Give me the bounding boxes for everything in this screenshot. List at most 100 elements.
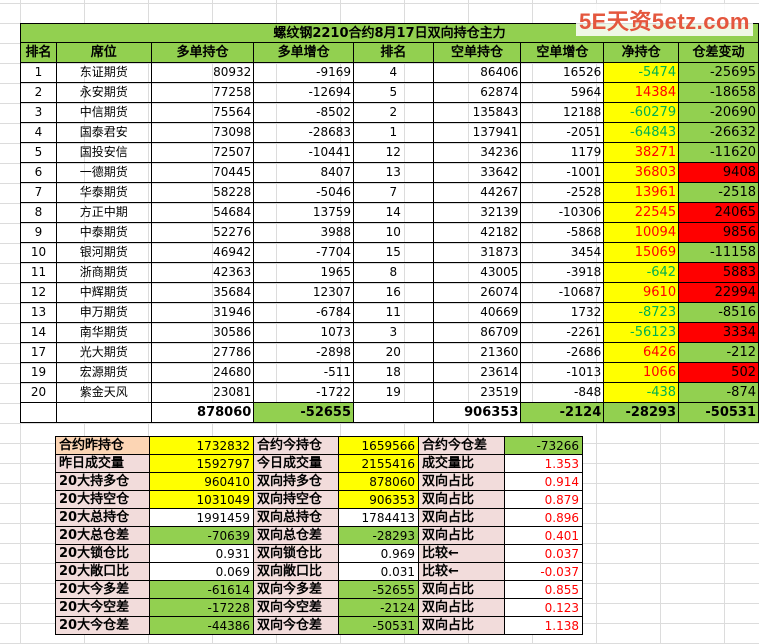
summary-label: 双向敞口比 <box>253 562 339 581</box>
short-change-cell: -848 <box>520 382 605 403</box>
totals-row: 878060 -52655 906353 -2124 -28293 -50531 <box>20 402 759 423</box>
broker-name-cell: 申万期货 <box>55 302 152 323</box>
short-change-cell: -2686 <box>520 342 605 363</box>
summary-value: -61614 <box>149 580 254 599</box>
summary-label: 20大持空仓 <box>55 490 150 509</box>
short-rank-cell: 3 <box>353 322 434 343</box>
column-header: 席位 <box>55 42 152 63</box>
summary-ratio: 0.037 <box>504 544 583 563</box>
table-row: 14 南华期货 30586 1073 3 86709 -2261 -56123 3334 <box>20 322 759 343</box>
summary-label: 今日成交量 <box>253 454 339 473</box>
short-rank-cell: 4 <box>353 62 434 83</box>
short-rank-cell: 13 <box>353 162 434 183</box>
summary-label: 合约今仓差 <box>418 436 505 455</box>
broker-name-cell: 南华期货 <box>55 322 152 343</box>
column-header: 排名 <box>353 42 434 63</box>
long-change-cell: -10441 <box>253 142 354 163</box>
short-rank-cell: 20 <box>353 342 434 363</box>
summary-label: 20大总持仓 <box>55 508 150 527</box>
summary-label: 双向总持仓 <box>253 508 339 527</box>
summary-value: -28293 <box>338 526 419 545</box>
summary-value: 1031049 <box>149 490 254 509</box>
table-row: 1 东证期货 80932 -9169 4 86406 16526 -5474 -25695 <box>20 62 759 83</box>
short-position-cell: 23614 <box>432 362 522 383</box>
long-position-cell: 72507 <box>150 142 255 163</box>
short-rank-cell: 19 <box>353 382 434 403</box>
short-rank-cell: 10 <box>353 222 434 243</box>
long-position-cell: 75564 <box>150 102 255 123</box>
long-rank-cell: 12 <box>20 282 57 303</box>
short-position-cell: 137941 <box>432 122 522 143</box>
short-change-cell: -2261 <box>520 322 605 343</box>
long-position-cell: 42363 <box>150 262 255 283</box>
empty-cell <box>353 402 434 423</box>
long-rank-cell: 2 <box>20 82 57 103</box>
summary-row: 20大总仓差 -70639 双向总仓差 -28293 双向占比 0.401 <box>55 526 583 545</box>
summary-row: 昨日成交量 1592797 今日成交量 2155416 成交量比 1.353 <box>55 454 583 473</box>
table-row: 2 永安期货 77258 -12694 5 62874 5964 14384 -18658 <box>20 82 759 103</box>
long-position-cell: 23081 <box>150 382 255 403</box>
table-row: 10 银河期货 46942 -7704 15 31873 3454 15069 -11158 <box>20 242 759 263</box>
column-header: 排名 <box>20 42 57 63</box>
long-position-cell: 73098 <box>150 122 255 143</box>
long-rank-cell: 8 <box>20 202 57 223</box>
table-row: 17 光大期货 27786 -2898 20 21360 -2686 6426 -212 <box>20 342 759 363</box>
broker-name-cell: 方正中期 <box>55 202 152 223</box>
summary-value: 0.969 <box>338 544 419 563</box>
total-diff-cell: -50531 <box>678 402 759 423</box>
summary-value: 0.069 <box>149 562 254 581</box>
broker-name-cell: 光大期货 <box>55 342 152 363</box>
short-change-cell: -2528 <box>520 182 605 203</box>
short-position-cell: 86709 <box>432 322 522 343</box>
short-change-cell: -2051 <box>520 122 605 143</box>
summary-value: 960410 <box>149 472 254 491</box>
long-rank-cell: 7 <box>20 182 57 203</box>
long-change-cell: -7704 <box>253 242 354 263</box>
table-row: 11 浙商期货 42363 1965 8 43005 -3918 -642 5883 <box>20 262 759 283</box>
table-row: 20 紫金天风 23081 -1722 19 23519 -848 -438 -874 <box>20 382 759 403</box>
long-rank-cell: 19 <box>20 362 57 383</box>
long-rank-cell: 20 <box>20 382 57 403</box>
long-change-cell: -511 <box>253 362 354 383</box>
short-change-cell: -10687 <box>520 282 605 303</box>
summary-value: 1732832 <box>149 436 254 455</box>
summary-label: 20大总仓差 <box>55 526 150 545</box>
long-position-cell: 58228 <box>150 182 255 203</box>
broker-name-cell: 一德期货 <box>55 162 152 183</box>
position-diff-cell: -20690 <box>678 102 759 123</box>
summary-label: 双向占比 <box>418 490 505 509</box>
long-change-cell: 8407 <box>253 162 354 183</box>
short-change-cell: 5964 <box>520 82 605 103</box>
short-rank-cell: 16 <box>353 282 434 303</box>
summary-label: 成交量比 <box>418 454 505 473</box>
table-row: 13 申万期货 31946 -6784 11 40669 1732 -8723 -8516 <box>20 302 759 323</box>
broker-name-cell: 浙商期货 <box>55 262 152 283</box>
summary-row: 20大敞口比 0.069 双向敞口比 0.031 比较← -0.037 <box>55 562 583 581</box>
broker-name-cell: 宏源期货 <box>55 362 152 383</box>
long-rank-cell: 13 <box>20 302 57 323</box>
long-rank-cell: 11 <box>20 262 57 283</box>
table-row: 9 中泰期货 52276 3988 10 42182 -5868 10094 9856 <box>20 222 759 243</box>
summary-label: 双向今空差 <box>253 598 339 617</box>
summary-label: 20大今多差 <box>55 580 150 599</box>
summary-label: 双向占比 <box>418 526 505 545</box>
position-diff-cell: -874 <box>678 382 759 403</box>
summary-ratio: 0.123 <box>504 598 583 617</box>
long-change-cell: -28683 <box>253 122 354 143</box>
summary-value: 0.931 <box>149 544 254 563</box>
header-row: 排名 席位 多单持仓 多单增仓 排名 空单持仓 空单增仓 净持仓 仓差变动 <box>20 42 759 63</box>
summary-label: 20大锁仓比 <box>55 544 150 563</box>
summary-label: 双向总仓差 <box>253 526 339 545</box>
broker-name-cell: 中泰期货 <box>55 222 152 243</box>
short-change-cell: -10306 <box>520 202 605 223</box>
column-header: 多单增仓 <box>253 42 354 63</box>
column-header: 空单持仓 <box>432 42 522 63</box>
summary-label: 双向占比 <box>418 616 505 635</box>
long-change-cell: -8502 <box>253 102 354 123</box>
summary-value: -17228 <box>149 598 254 617</box>
short-position-cell: 21360 <box>432 342 522 363</box>
net-position-cell: 38271 <box>603 142 680 163</box>
short-rank-cell: 7 <box>353 182 434 203</box>
net-position-cell: 36803 <box>603 162 680 183</box>
summary-ratio: 0.855 <box>504 580 583 599</box>
